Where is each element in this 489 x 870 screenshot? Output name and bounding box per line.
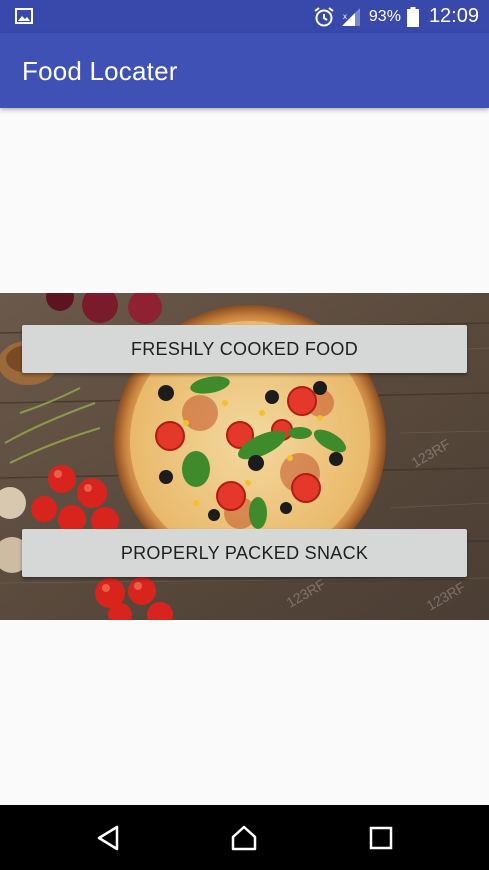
app-title: Food Locater (22, 56, 178, 86)
properly-packed-snack-button[interactable]: PROPERLY PACKED SNACK (22, 529, 467, 577)
battery-icon (406, 6, 419, 27)
battery-percent: 93% (368, 7, 401, 25)
gallery-icon (15, 8, 33, 24)
home-icon[interactable] (229, 823, 259, 853)
clock: 12:09 (428, 5, 479, 27)
svg-text:x: x (343, 12, 347, 21)
signal-icon: x (341, 7, 360, 26)
status-bar: x 93% 12:09 (0, 0, 489, 33)
recents-icon[interactable] (366, 823, 396, 853)
screen: x 93% 12:09 Food Locater 123RF 123RF 123… (0, 0, 489, 870)
freshly-cooked-food-button[interactable]: FRESHLY COOKED FOOD (22, 325, 467, 373)
status-icons: x 93% 12:09 (313, 0, 479, 33)
app-bar: Food Locater (0, 33, 489, 108)
navigation-bar (0, 805, 489, 870)
alarm-icon (314, 6, 334, 26)
back-icon[interactable] (95, 823, 125, 853)
